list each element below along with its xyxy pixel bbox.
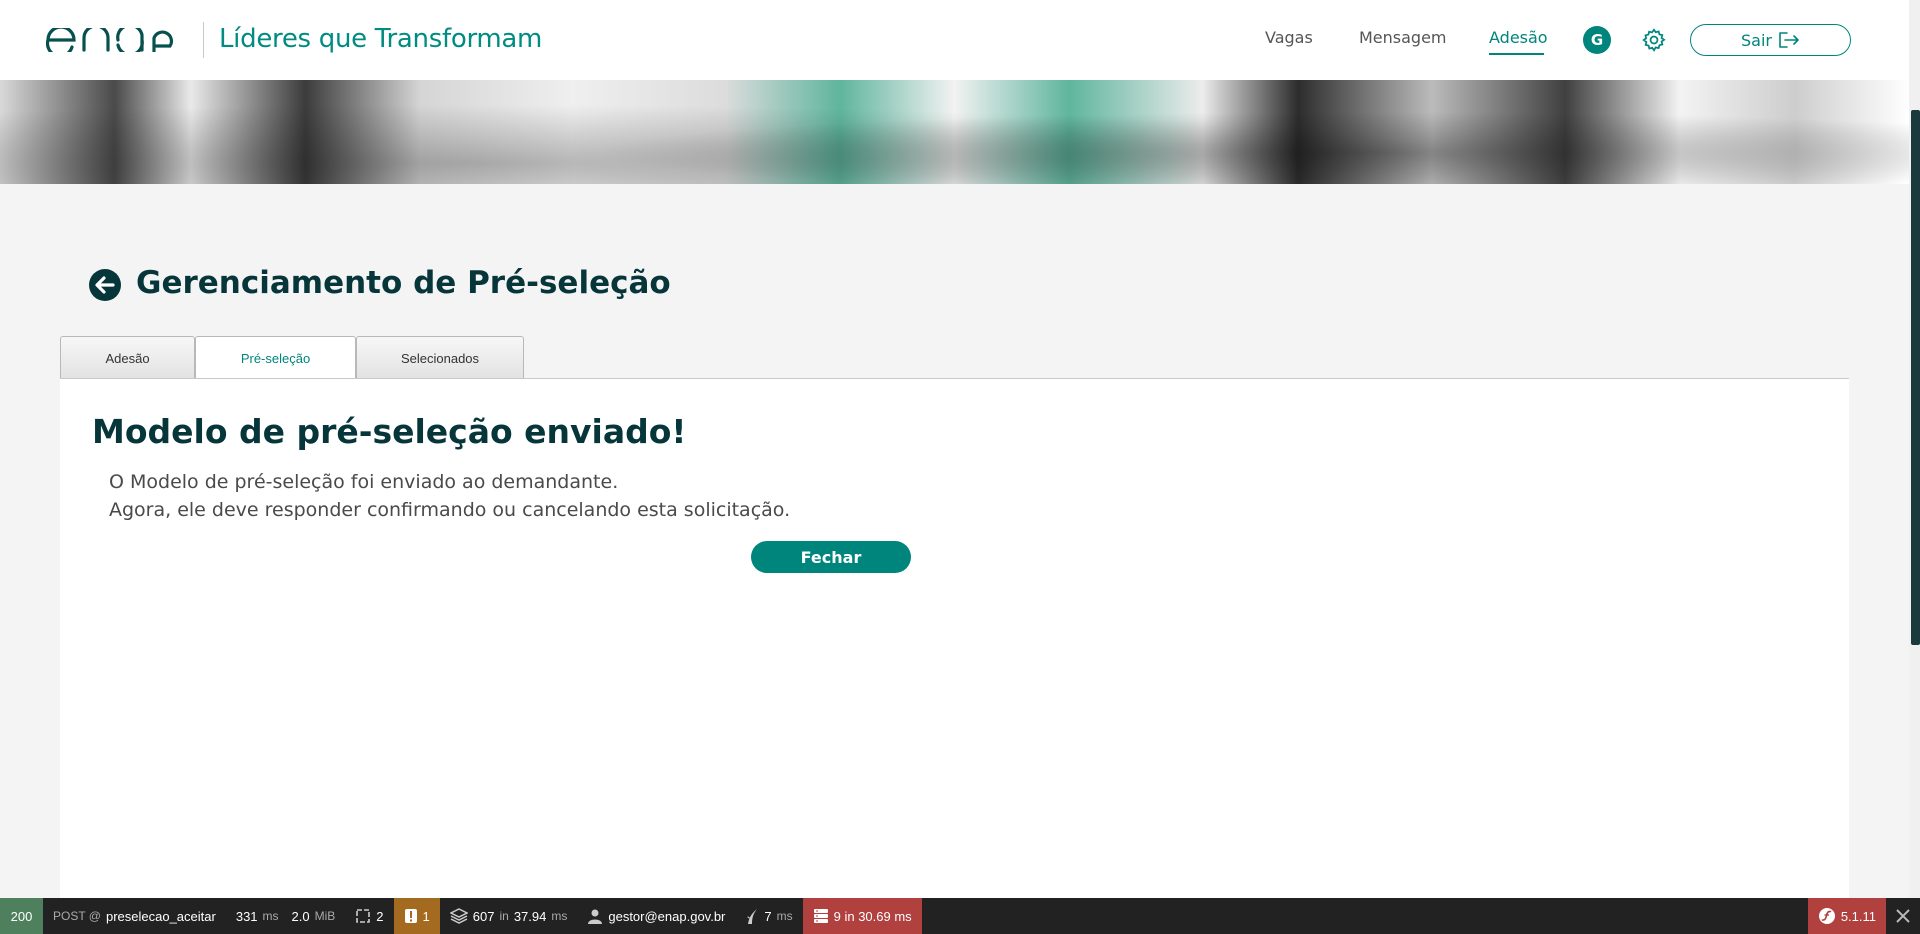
close-icon [1896,909,1910,923]
status-badge[interactable]: 200 [0,898,43,934]
hero-banner-image [0,80,1909,184]
banner-shade [0,80,1909,184]
tab-adesao[interactable]: Adesão [60,336,195,379]
security-panel[interactable]: gestor@enap.gov.br [577,898,735,934]
symfony-icon [1818,908,1835,924]
back-arrow-icon[interactable] [89,269,121,301]
message-line-2: Agora, ele deve responder confirmando ou… [109,499,791,521]
gear-icon[interactable] [1641,27,1667,53]
debug-toolbar: 200 POST @ preselecao_aceitar 331 ms 2.0… [0,898,1920,934]
request-info[interactable]: POST @ preselecao_aceitar [43,898,226,934]
cache-calls: 607 [472,908,495,924]
status-code: 200 [10,908,33,924]
nav-mensagem[interactable]: Mensagem [1359,28,1447,47]
twig-panel[interactable]: 7 ms [735,898,802,934]
close-button[interactable]: Fechar [751,541,911,573]
tab-selecionados[interactable]: Selecionados [356,336,524,379]
twig-icon [747,909,758,924]
logout-button[interactable]: Sair [1690,24,1851,56]
request-route: preselecao_aceitar [105,908,216,924]
memory-unit: MiB [314,909,336,923]
forms-count: 2 [376,908,384,924]
user-avatar[interactable]: G [1583,26,1611,54]
forms-panel[interactable]: 2 [345,898,393,934]
twig-time: 7 [764,908,772,924]
content-panel [60,378,1849,898]
app-title: Líderes que Transformam [219,24,543,54]
form-icon [356,909,371,923]
scrollbar-thumb[interactable] [1911,110,1920,645]
page-title: Gerenciamento de Pré-seleção [136,265,671,301]
cache-time: 37.94 [513,908,547,924]
nav-vagas[interactable]: Vagas [1265,28,1313,47]
database-icon [813,909,828,923]
logs-panel[interactable]: 1 [393,898,440,934]
tab-pre-selecao[interactable]: Pré-seleção [195,336,356,380]
request-method: POST @ [53,909,101,923]
symfony-version[interactable]: 5.1.11 [1807,898,1886,934]
logged-user: gestor@enap.gov.br [608,908,726,924]
active-nav-underline [1489,53,1544,55]
request-time-unit: ms [262,909,279,923]
top-header: Líderes que Transformam Vagas Mensagem A… [0,0,1909,80]
message-line-1: O Modelo de pré-seleção foi enviado ao d… [109,471,619,493]
success-message-title: Modelo de pré-seleção enviado! [92,412,687,451]
cache-panel[interactable]: 607 in 37.94 ms [440,898,578,934]
cache-in: in [499,909,509,923]
logout-label: Sair [1741,30,1772,50]
database-panel[interactable]: 9 in 30.69 ms [802,898,922,934]
toolbar-close-button[interactable] [1886,898,1920,934]
symfony-version-number: 5.1.11 [1840,908,1876,924]
logs-count: 1 [422,908,430,924]
enap-logo[interactable] [46,28,188,52]
warning-icon [404,909,417,923]
cache-unit: ms [551,909,568,923]
logo-divider [203,22,204,58]
logout-icon [1779,32,1799,48]
memory-value: 2.0 [291,908,310,924]
twig-unit: ms [776,909,793,923]
request-time: 331 [235,908,258,924]
time-panel[interactable]: 331 ms 2.0 MiB [226,898,345,934]
layers-icon [449,908,468,924]
user-icon [588,909,603,924]
nav-adesao[interactable]: Adesão [1489,28,1548,47]
database-queries: 9 in 30.69 ms [833,908,912,924]
